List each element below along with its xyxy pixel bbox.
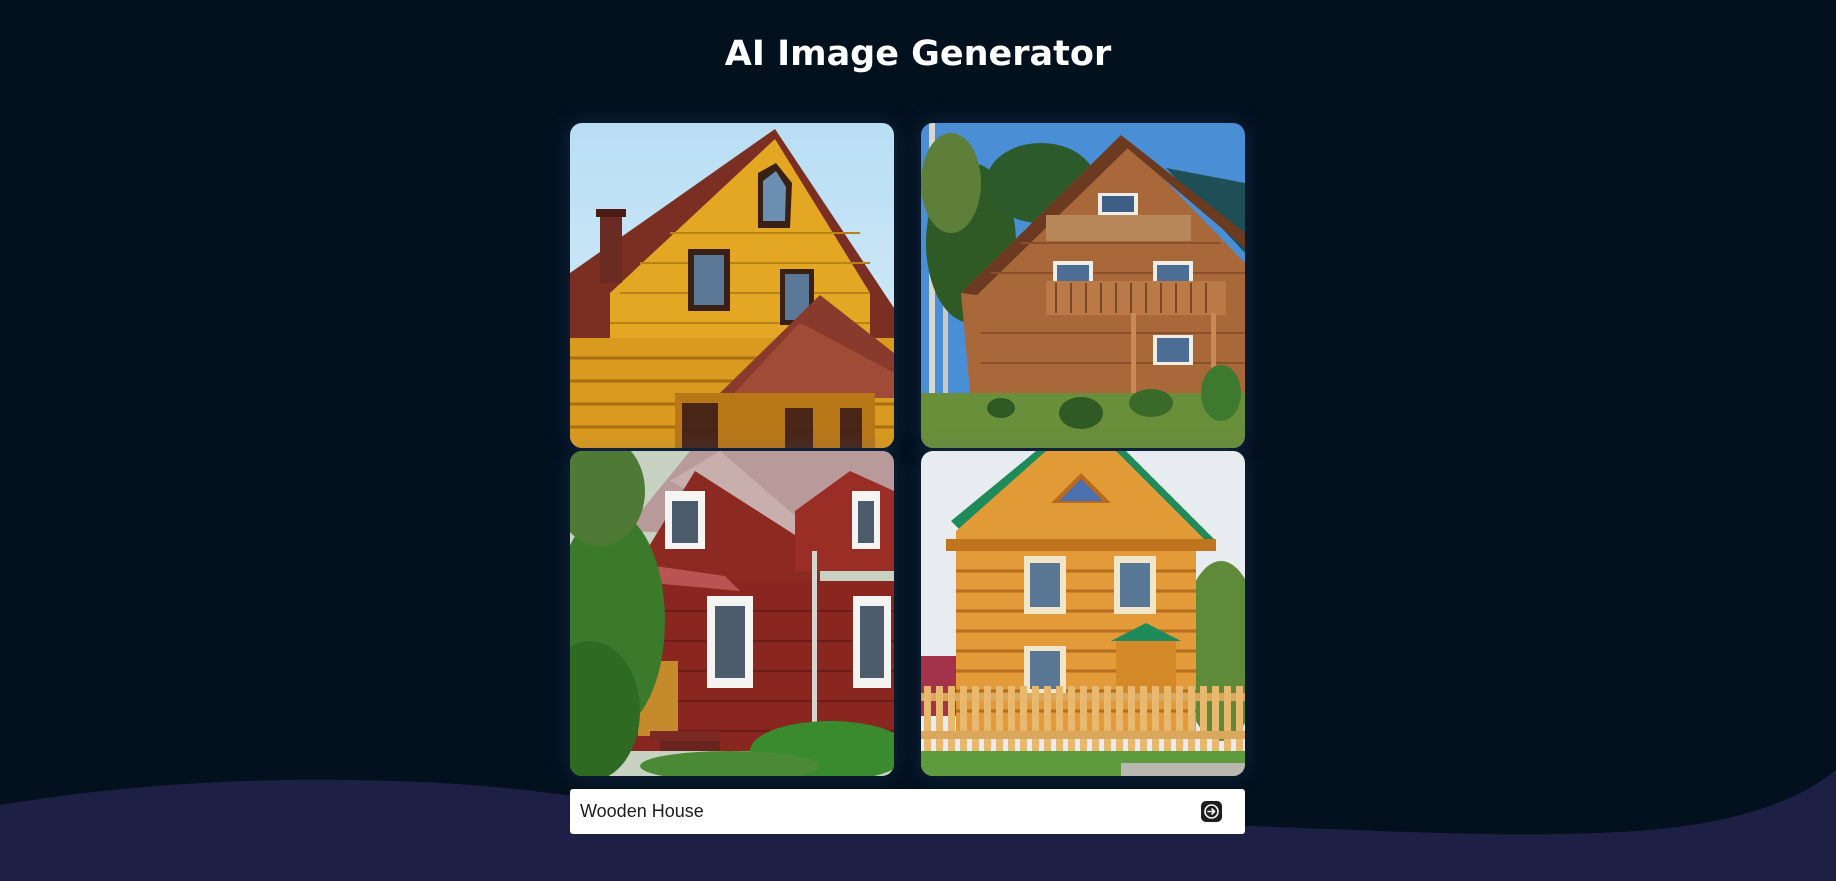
page-title: AI Image Generator: [724, 34, 1112, 74]
arrow-right-circle-icon: [1204, 804, 1219, 819]
image-gallery: [570, 123, 1245, 776]
brown-house-image: [921, 123, 1245, 448]
orange-house-image: [921, 451, 1245, 776]
generated-image-4[interactable]: [921, 451, 1245, 776]
generated-image-1[interactable]: [570, 123, 894, 448]
yellow-house-image: [570, 123, 894, 448]
prompt-input[interactable]: [580, 789, 1180, 834]
prompt-bar: [570, 789, 1245, 834]
red-house-image: [570, 451, 894, 776]
generated-image-2[interactable]: [921, 123, 1245, 448]
generated-image-3[interactable]: [570, 451, 894, 776]
app-page: AI Image Generator: [0, 0, 1836, 881]
generate-button[interactable]: [1201, 801, 1222, 822]
